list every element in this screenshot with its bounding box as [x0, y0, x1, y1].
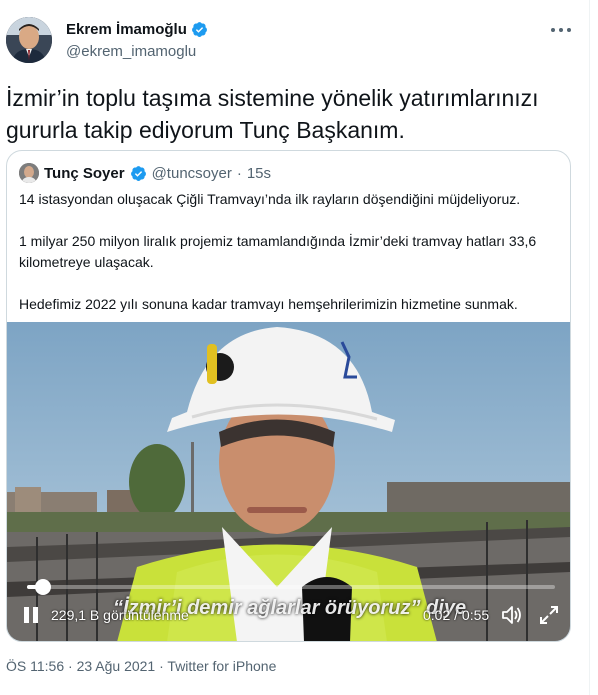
tweet-card: Ekrem İmamoğlu @ekrem_imamoglu İzmir’in … [0, 0, 590, 695]
view-count: 229,1 B görüntülenme [51, 607, 189, 623]
quoted-author-avatar [19, 163, 39, 183]
quoted-author-handle: @tuncsoyer [151, 164, 232, 182]
author-name[interactable]: Ekrem İmamoğlu [66, 21, 187, 38]
tweet-metadata: ÖS 11:56 · 23 Ağu 2021 · Twitter for iPh… [6, 658, 276, 674]
separator-dot: · [159, 658, 164, 674]
separator-dot: · [68, 658, 73, 674]
video-frame-image [7, 322, 570, 641]
pause-icon[interactable] [21, 605, 41, 625]
quoted-paragraph: 14 istasyondan oluşacak Çiğli Tramvayı’n… [19, 191, 521, 207]
quoted-author-name: Tunç Soyer [44, 164, 125, 182]
quoted-tweet-header: Tunç Soyer @tuncsoyer · 15s [19, 163, 271, 183]
volume-icon[interactable] [501, 605, 523, 625]
tweet-date[interactable]: 23 Ağu 2021 [77, 658, 156, 674]
more-options-icon[interactable] [551, 22, 571, 38]
video-progress-bar[interactable] [27, 579, 555, 595]
video-timecode: 0:02 / 0:55 [423, 607, 490, 623]
verified-badge-icon [130, 165, 146, 181]
tweet-source[interactable]: Twitter for iPhone [167, 658, 276, 674]
quoted-paragraph: Hedefimiz 2022 yılı sonuna kadar tramvay… [19, 296, 518, 312]
author-avatar[interactable] [6, 17, 52, 63]
quoted-tweet-body: 14 istasyondan oluşacak Çiğli Tramvayı’n… [19, 189, 559, 336]
tweet-time[interactable]: ÖS 11:56 [6, 658, 64, 674]
tweet-text: İzmir’in toplu taşıma sistemine yönelik … [6, 85, 539, 143]
separator-dot: · [236, 164, 242, 182]
quoted-tweet-time: 15s [246, 164, 272, 182]
author-handle[interactable]: @ekrem_imamoglu [66, 43, 196, 60]
author-name-row[interactable]: Ekrem İmamoğlu [66, 21, 208, 38]
quoted-paragraph: 1 milyar 250 milyon liralık projemiz tam… [19, 233, 537, 270]
verified-badge-icon [191, 22, 207, 37]
fullscreen-icon[interactable] [538, 604, 560, 626]
video-scrubber-handle[interactable] [34, 579, 51, 595]
quoted-tweet[interactable]: Tunç Soyer @tuncsoyer · 15s 14 istasyond… [6, 150, 571, 642]
video-player[interactable]: “İzmir’i demir ağlarlar örüyoruz” diye 2… [7, 322, 570, 641]
